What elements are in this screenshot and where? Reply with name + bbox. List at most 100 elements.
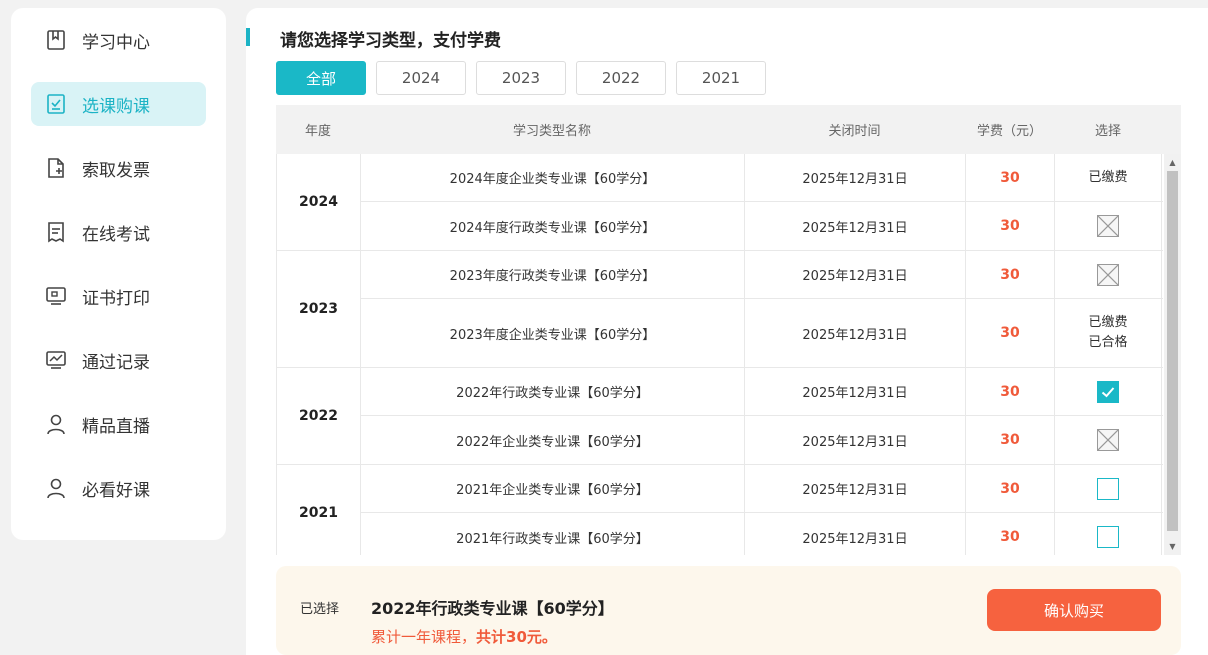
sidebar-item-label: 索取发票 [82,160,150,181]
close-time: 2025年12月31日 [745,513,966,555]
title-accent-bar [246,28,250,46]
total-prefix: 累计一年课程， [371,628,477,646]
scroll-thumb[interactable] [1167,171,1178,531]
select-cell [1055,465,1162,512]
year-cell: 2023 [277,251,361,367]
user-icon [45,413,67,435]
close-time: 2025年12月31日 [745,299,966,367]
total-amount: 共计30元。 [476,628,557,646]
year-cell: 2022 [277,368,361,464]
select-cell [1055,368,1162,415]
table-scrollbar[interactable]: ▲ ▼ [1164,154,1181,555]
checkmark-icon [1101,386,1115,397]
sidebar-item-online-exam[interactable]: 在线考试 [31,210,206,254]
sidebar-item-live[interactable]: 精品直播 [31,402,206,446]
page-title: 请您选择学习类型，支付学费 [280,31,501,51]
close-time: 2025年12月31日 [745,416,966,464]
year-cell: 2021 [277,465,361,555]
sidebar-item-label: 精品直播 [82,416,150,437]
table-row: 2022年企业类专业课【60学分】 2025年12月31日 30 [361,416,1163,464]
year-group-2022: 2022 2022年行政类专业课【60学分】 2025年12月31日 30 20… [277,368,1163,465]
user-icon [45,477,67,499]
bookmark-icon [45,29,67,51]
sidebar-item-invoice[interactable]: 索取发票 [31,146,206,190]
course-name: 2023年度企业类专业课【60学分】 [361,299,745,367]
fee: 30 [966,513,1055,555]
column-header-year: 年度 [304,124,331,139]
table-row: 2021年行政类专业课【60学分】 2025年12月31日 30 [361,513,1163,555]
unchecked-checkbox[interactable] [1097,477,1119,500]
confirm-purchase-button[interactable]: 确认购买 [987,589,1161,631]
table-row: 2024年度行政类专业课【60学分】 2025年12月31日 30 [361,202,1163,250]
select-cell [1055,202,1162,250]
filter-all[interactable]: 全部 [276,61,366,95]
fee: 30 [966,202,1055,250]
table-row: 2022年行政类专业课【60学分】 2025年12月31日 30 [361,368,1163,416]
select-cell: 已缴费 [1055,154,1162,201]
disabled-checkbox-icon [1097,429,1119,451]
checked-checkbox[interactable] [1097,380,1119,403]
sidebar-item-label: 在线考试 [82,224,150,245]
sidebar-item-certificate-print[interactable]: 证书打印 [31,274,206,318]
fee: 30 [966,299,1055,367]
select-cell [1055,513,1162,555]
table-header: 年度 学习类型名称 关闭时间 学费（元） 选择 [276,105,1181,154]
column-header-select: 选择 [1094,124,1121,139]
fee: 30 [966,465,1055,512]
table-body: 2024 2024年度企业类专业课【60学分】 2025年12月31日 30 已… [276,154,1163,555]
selection-summary-bar: 已选择 2022年行政类专业课【60学分】 累计一年课程，共计30元。 确认购买 [276,566,1181,655]
sidebar-item-course-purchase[interactable]: 选课购课 [31,82,206,126]
fee: 30 [966,154,1055,201]
close-time: 2025年12月31日 [745,154,966,201]
table-row: 2021年企业类专业课【60学分】 2025年12月31日 30 [361,465,1163,513]
main-panel: 请您选择学习类型，支付学费 全部 2024 2023 2022 2021 年度 … [246,8,1208,655]
course-name: 2024年度行政类专业课【60学分】 [361,202,745,250]
course-table: 年度 学习类型名称 关闭时间 学费（元） 选择 2024 2024年度企业类专业… [276,105,1181,555]
table-row: 2023年度行政类专业课【60学分】 2025年12月31日 30 [361,251,1163,299]
year-group-2024: 2024 2024年度企业类专业课【60学分】 2025年12月31日 30 已… [277,154,1163,251]
select-cell [1055,251,1162,298]
year-filter-tabs: 全部 2024 2023 2022 2021 [276,61,776,95]
selected-course-name: 2022年行政类专业课【60学分】 [371,599,614,618]
course-name: 2024年度企业类专业课【60学分】 [361,154,745,201]
sidebar-item-label: 证书打印 [82,288,150,309]
filter-2021[interactable]: 2021 [676,61,766,95]
disabled-checkbox-icon [1097,263,1119,286]
fee: 30 [966,368,1055,415]
fee: 30 [966,416,1055,464]
paid-status: 已缴费 [1088,315,1128,330]
column-header-close-time: 关闭时间 [828,124,881,139]
total-summary: 累计一年课程，共计30元。 [371,626,557,647]
select-cell: 已缴费 已合格 [1055,299,1162,367]
column-header-name: 学习类型名称 [512,124,591,139]
chart-record-icon [45,349,67,371]
year-cell: 2024 [277,154,361,250]
year-group-2023: 2023 2023年度行政类专业课【60学分】 2025年12月31日 30 2… [277,251,1163,368]
select-cell [1055,416,1162,464]
selected-label: 已选择 [300,602,340,617]
passed-status: 已合格 [1088,335,1128,350]
scroll-up-arrow-icon[interactable]: ▲ [1164,154,1181,171]
filter-2022[interactable]: 2022 [576,61,666,95]
sidebar: 学习中心 选课购课 索取发票 在线考试 证书打印 通过记录 精品直播 必看好课 [11,8,226,540]
course-name: 2022年企业类专业课【60学分】 [361,416,745,464]
course-name: 2022年行政类专业课【60学分】 [361,368,745,415]
table-row: 2023年度企业类专业课【60学分】 2025年12月31日 30 已缴费 已合… [361,299,1163,367]
course-name: 2021年企业类专业课【60学分】 [361,465,745,512]
close-time: 2025年12月31日 [745,465,966,512]
sidebar-item-label: 通过记录 [82,352,150,373]
sidebar-item-label: 必看好课 [82,480,150,501]
scroll-down-arrow-icon[interactable]: ▼ [1164,538,1181,555]
close-time: 2025年12月31日 [745,202,966,250]
course-name: 2021年行政类专业课【60学分】 [361,513,745,555]
unchecked-checkbox[interactable] [1097,526,1119,548]
fee: 30 [966,251,1055,298]
sidebar-item-pass-record[interactable]: 通过记录 [31,338,206,382]
paid-status: 已缴费 [1088,169,1128,185]
filter-2023[interactable]: 2023 [476,61,566,95]
sidebar-item-label: 选课购课 [82,96,150,117]
sidebar-item-study-center[interactable]: 学习中心 [31,18,206,62]
invoice-add-icon [45,157,67,179]
sidebar-item-must-watch[interactable]: 必看好课 [31,466,206,510]
filter-2024[interactable]: 2024 [376,61,466,95]
